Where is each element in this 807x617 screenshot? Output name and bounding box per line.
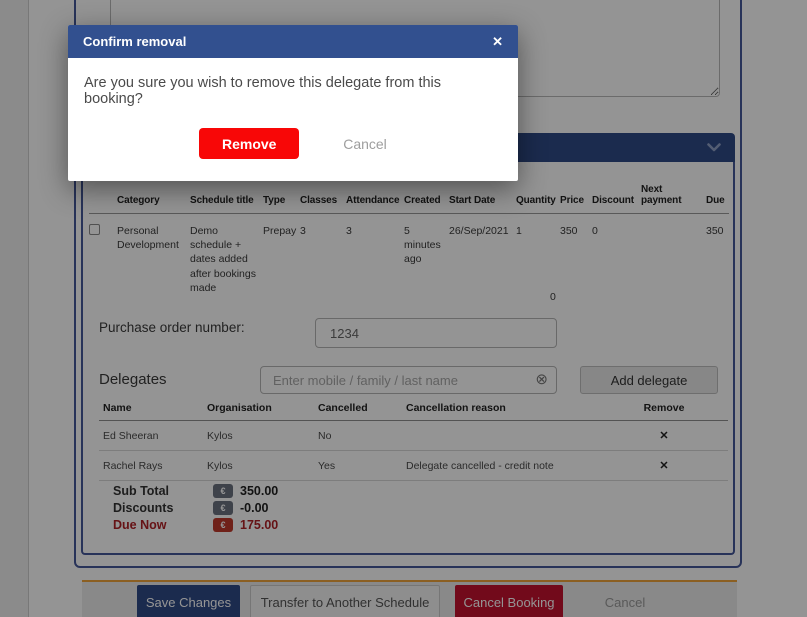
booking-edit-screen: Category Schedule title Type Classes Att…: [0, 0, 807, 617]
remove-button[interactable]: Remove: [199, 128, 299, 159]
confirm-removal-dialog: Confirm removal ✕ Are you sure you wish …: [68, 25, 518, 181]
dialog-title: Confirm removal: [83, 34, 186, 49]
dialog-cancel-link[interactable]: Cancel: [343, 136, 387, 152]
dialog-body: Are you sure you wish to remove this del…: [68, 58, 518, 181]
dialog-actions: Remove Cancel: [84, 128, 502, 161]
dialog-message: Are you sure you wish to remove this del…: [84, 75, 502, 107]
close-icon[interactable]: ✕: [492, 35, 503, 48]
dialog-header: Confirm removal ✕: [68, 25, 518, 58]
